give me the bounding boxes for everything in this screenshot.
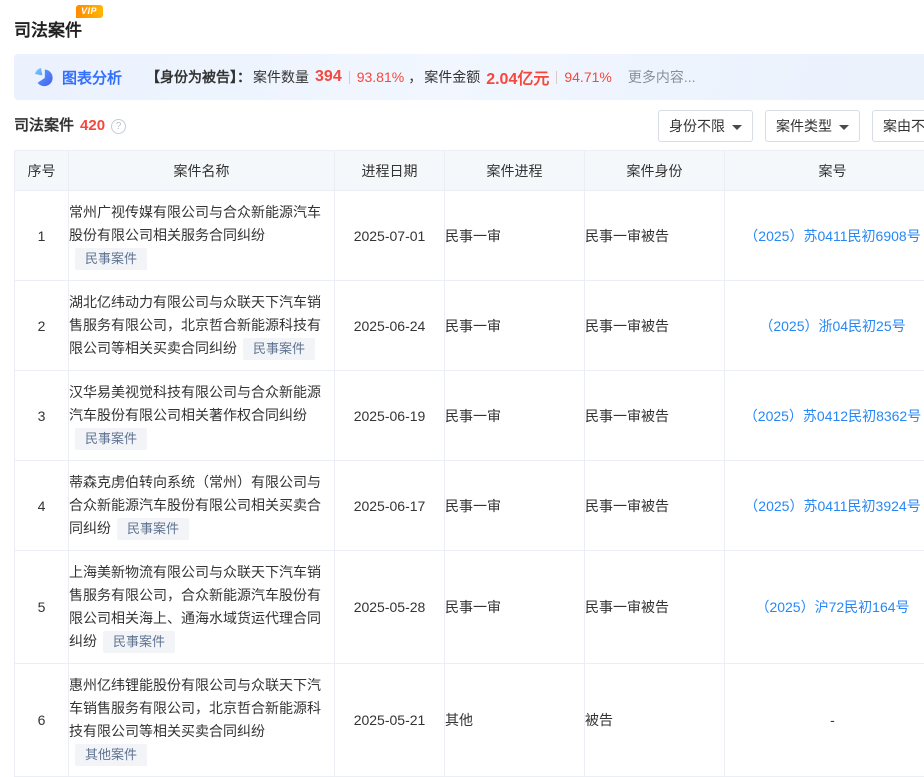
case-number-cell: （2025）苏0412民初8362号 bbox=[725, 371, 924, 461]
table-row: 1常州广视传媒有限公司与合众新能源汽车股份有限公司相关服务合同纠纷民事案件202… bbox=[15, 191, 924, 281]
column-header-0: 序号 bbox=[15, 151, 69, 191]
chevron-down-icon bbox=[732, 125, 742, 130]
table-header-row: 序号案件名称进程日期案件进程案件身份案号 bbox=[15, 151, 924, 191]
filter-label: 案由不限 bbox=[883, 116, 924, 136]
case-type-badge: 民事案件 bbox=[243, 338, 315, 360]
case-type-badge: 民事案件 bbox=[75, 428, 147, 450]
help-icon[interactable]: ? bbox=[111, 119, 126, 134]
case-name: 汉华易美视觉科技有限公司与合众新能源汽车股份有限公司相关著作权合同纠纷 bbox=[69, 384, 321, 423]
case-process: 民事一审 bbox=[445, 191, 585, 281]
process-date: 2025-06-24 bbox=[335, 281, 445, 371]
comma-separator: ， bbox=[408, 67, 422, 87]
case-name-cell: 惠州亿纬锂能股份有限公司与众联天下汽车销售服务有限公司，北京哲合新能源科技有限公… bbox=[69, 664, 335, 777]
case-identity: 民事一审被告 bbox=[585, 281, 725, 371]
row-index: 4 bbox=[15, 461, 69, 551]
case-process: 其他 bbox=[445, 664, 585, 777]
count-value: 394 bbox=[315, 68, 342, 86]
chevron-down-icon bbox=[839, 125, 849, 130]
column-header-3: 案件进程 bbox=[445, 151, 585, 191]
case-name-cell: 蒂森克虏伯转向系统（常州）有限公司与合众新能源汽车股份有限公司相关买卖合同纠纷民… bbox=[69, 461, 335, 551]
column-header-2: 进程日期 bbox=[335, 151, 445, 191]
case-number-cell: （2025）苏0411民初3924号 bbox=[725, 461, 924, 551]
table-row: 6惠州亿纬锂能股份有限公司与众联天下汽车销售服务有限公司，北京哲合新能源科技有限… bbox=[15, 664, 924, 777]
case-number-cell: （2025）浙04民初25号 bbox=[725, 281, 924, 371]
table-row: 2湖北亿纬动力有限公司与众联天下汽车销售服务有限公司，北京哲合新能源科技有限公司… bbox=[15, 281, 924, 371]
title-row: 司法案件 VIP bbox=[0, 0, 924, 41]
page-title: 司法案件 bbox=[14, 21, 82, 40]
case-number-cell: （2025）苏0411民初6908号 bbox=[725, 191, 924, 281]
case-identity: 民事一审被告 bbox=[585, 551, 725, 664]
case-identity: 民事一审被告 bbox=[585, 461, 725, 551]
row-index: 1 bbox=[15, 191, 69, 281]
case-process: 民事一审 bbox=[445, 551, 585, 664]
case-process: 民事一审 bbox=[445, 281, 585, 371]
case-name-cell: 上海美新物流有限公司与众联天下汽车销售服务有限公司，合众新能源汽车股份有限公司相… bbox=[69, 551, 335, 664]
case-type-badge: 民事案件 bbox=[117, 518, 189, 540]
more-content-link[interactable]: 更多内容... bbox=[628, 67, 696, 87]
process-date: 2025-07-01 bbox=[335, 191, 445, 281]
filter-label: 案件类型 bbox=[776, 116, 832, 136]
filter-button-1[interactable]: 案件类型 bbox=[765, 110, 860, 142]
filter-group: 身份不限 案件类型 案由不限 bbox=[658, 110, 924, 142]
case-type-badge: 其他案件 bbox=[75, 744, 147, 766]
divider bbox=[556, 71, 557, 84]
amount-percent: 94.71% bbox=[564, 69, 611, 85]
process-date: 2025-06-17 bbox=[335, 461, 445, 551]
case-number-link[interactable]: （2025）苏0411民初6908号 bbox=[744, 228, 920, 244]
case-type-badge: 民事案件 bbox=[75, 248, 147, 270]
process-date: 2025-05-28 bbox=[335, 551, 445, 664]
column-header-5: 案号 bbox=[725, 151, 924, 191]
vip-badge[interactable]: VIP bbox=[76, 5, 103, 18]
role-prefix: 【身份为被告】： bbox=[146, 67, 251, 87]
case-number-link[interactable]: （2025）沪72民初164号 bbox=[755, 599, 909, 615]
case-name: 常州广视传媒有限公司与合众新能源汽车股份有限公司相关服务合同纠纷 bbox=[69, 204, 321, 243]
chart-analysis-banner: 图表分析 【身份为被告】： 案件数量 394 93.81% ， 案件金额 2.0… bbox=[14, 54, 924, 100]
row-index: 2 bbox=[15, 281, 69, 371]
filter-label: 身份不限 bbox=[669, 116, 725, 136]
case-identity: 民事一审被告 bbox=[585, 371, 725, 461]
divider bbox=[349, 71, 350, 84]
column-header-1: 案件名称 bbox=[69, 151, 335, 191]
count-percent: 93.81% bbox=[357, 69, 404, 85]
case-number-cell: - bbox=[725, 664, 924, 777]
case-number-link[interactable]: （2025）浙04民初25号 bbox=[759, 318, 905, 334]
case-identity: 民事一审被告 bbox=[585, 191, 725, 281]
case-number-link[interactable]: （2025）苏0412民初8362号 bbox=[744, 408, 921, 424]
case-number-link[interactable]: （2025）苏0411民初3924号 bbox=[744, 498, 920, 514]
case-identity: 被告 bbox=[585, 664, 725, 777]
case-name-cell: 常州广视传媒有限公司与合众新能源汽车股份有限公司相关服务合同纠纷民事案件 bbox=[69, 191, 335, 281]
case-name-cell: 汉华易美视觉科技有限公司与合众新能源汽车股份有限公司相关著作权合同纠纷民事案件 bbox=[69, 371, 335, 461]
table-row: 5上海美新物流有限公司与众联天下汽车销售服务有限公司，合众新能源汽车股份有限公司… bbox=[15, 551, 924, 664]
case-name-cell: 湖北亿纬动力有限公司与众联天下汽车销售服务有限公司，北京哲合新能源科技有限公司等… bbox=[69, 281, 335, 371]
filter-button-0[interactable]: 身份不限 bbox=[658, 110, 753, 142]
row-index: 5 bbox=[15, 551, 69, 664]
filter-button-2[interactable]: 案由不限 bbox=[872, 110, 924, 142]
cases-table: 序号案件名称进程日期案件进程案件身份案号 1常州广视传媒有限公司与合众新能源汽车… bbox=[14, 150, 924, 777]
amount-label: 案件金额 bbox=[424, 67, 480, 87]
toolbar: 司法案件 420? 身份不限 案件类型 案由不限 bbox=[14, 110, 924, 142]
count-label: 案件数量 bbox=[253, 67, 309, 87]
row-index: 3 bbox=[15, 371, 69, 461]
amount-value: 2.04亿元 bbox=[486, 65, 549, 89]
chart-analysis-link[interactable]: 图表分析 bbox=[62, 67, 122, 88]
case-type-badge: 民事案件 bbox=[103, 631, 175, 653]
column-header-4: 案件身份 bbox=[585, 151, 725, 191]
case-process: 民事一审 bbox=[445, 461, 585, 551]
table-row: 3汉华易美视觉科技有限公司与合众新能源汽车股份有限公司相关著作权合同纠纷民事案件… bbox=[15, 371, 924, 461]
case-number-cell: （2025）沪72民初164号 bbox=[725, 551, 924, 664]
judicial-cases-page: 司法案件 VIP 图表分析 【身份为被告】： 案件数量 394 93.81% ，… bbox=[0, 0, 924, 777]
process-date: 2025-05-21 bbox=[335, 664, 445, 777]
case-number-text: - bbox=[830, 712, 835, 728]
row-index: 6 bbox=[15, 664, 69, 777]
section-title: 司法案件 bbox=[14, 117, 74, 134]
section-count: 420 bbox=[80, 117, 105, 134]
case-name: 蒂森克虏伯转向系统（常州）有限公司与合众新能源汽车股份有限公司相关买卖合同纠纷 bbox=[69, 474, 321, 536]
pie-chart-icon bbox=[34, 67, 54, 87]
case-process: 民事一审 bbox=[445, 371, 585, 461]
table-row: 4蒂森克虏伯转向系统（常州）有限公司与合众新能源汽车股份有限公司相关买卖合同纠纷… bbox=[15, 461, 924, 551]
process-date: 2025-06-19 bbox=[335, 371, 445, 461]
case-name: 惠州亿纬锂能股份有限公司与众联天下汽车销售服务有限公司，北京哲合新能源科技有限公… bbox=[69, 677, 321, 739]
